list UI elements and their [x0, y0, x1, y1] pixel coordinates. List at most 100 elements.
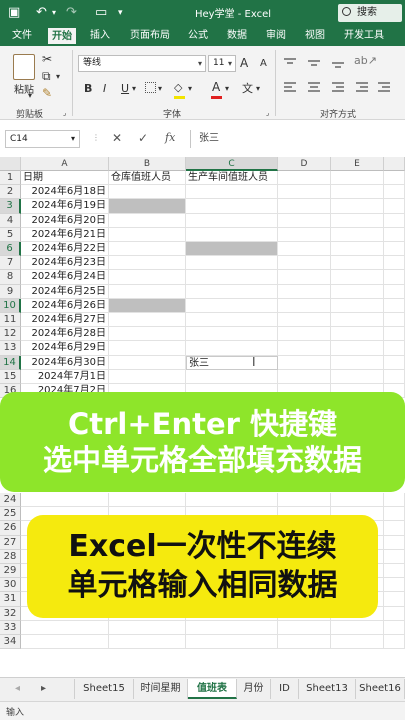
cell[interactable] [186, 493, 278, 508]
cell[interactable] [109, 256, 186, 271]
row-header-13[interactable]: 13 [0, 341, 21, 356]
fill-color-icon[interactable]: ◇ [174, 81, 182, 94]
font-size-box[interactable]: 11 ▾ [208, 55, 236, 72]
paste-icon[interactable] [13, 54, 35, 80]
sheet-tab-month[interactable]: 月份 [237, 679, 271, 699]
cell[interactable] [384, 535, 405, 550]
cell[interactable] [186, 620, 278, 635]
cell[interactable] [109, 327, 186, 342]
cell[interactable] [331, 256, 384, 271]
copy-icon[interactable]: ⧉ [42, 69, 51, 84]
search-box[interactable]: 搜索 [338, 4, 402, 22]
redo-icon[interactable]: ↷ [66, 4, 77, 22]
cell[interactable] [278, 635, 331, 650]
row-header-7[interactable]: 7 [0, 256, 21, 271]
row-header-26[interactable]: 26 [0, 521, 21, 536]
cell[interactable] [331, 284, 384, 299]
cell[interactable] [278, 227, 331, 242]
prev-sheet-icon[interactable]: ◂ [15, 683, 20, 694]
cell[interactable] [186, 199, 278, 214]
cell-a1[interactable]: 日期 [21, 171, 109, 186]
cell[interactable] [384, 564, 405, 579]
row-header-34[interactable]: 34 [0, 635, 21, 650]
copy-dropdown-icon[interactable]: ▾ [56, 72, 60, 81]
increase-font-icon[interactable]: A [240, 56, 248, 70]
cell[interactable] [109, 620, 186, 635]
cell[interactable] [21, 620, 109, 635]
cell[interactable] [109, 493, 186, 508]
tab-review[interactable]: 审阅 [266, 29, 286, 43]
date-cell[interactable]: 2024年6月19日 [21, 199, 109, 214]
sheet-tab-duty[interactable]: 值班表 [188, 679, 237, 699]
cell[interactable] [384, 341, 405, 356]
borders-dropdown-icon[interactable]: ▾ [158, 84, 162, 93]
cell[interactable] [331, 171, 384, 186]
cell[interactable] [384, 493, 405, 508]
row-header-12[interactable]: 12 [0, 327, 21, 342]
decrease-font-icon[interactable]: A [260, 58, 267, 69]
cell[interactable] [384, 635, 405, 650]
cell[interactable] [109, 242, 186, 257]
cell[interactable] [384, 185, 405, 200]
undo-icon[interactable]: ↶ [36, 4, 47, 22]
tab-home[interactable]: 开始 [48, 28, 76, 46]
cell[interactable] [384, 213, 405, 228]
new-file-icon[interactable]: ▭ [95, 4, 107, 22]
cell[interactable] [384, 298, 405, 313]
paste-dropdown-icon[interactable]: ▾ [28, 91, 32, 100]
cell[interactable] [331, 185, 384, 200]
cell[interactable] [278, 493, 331, 508]
borders-icon[interactable] [145, 82, 156, 93]
row-header-5[interactable]: 5 [0, 227, 21, 242]
cell[interactable] [109, 369, 186, 384]
cell[interactable] [186, 256, 278, 271]
cell[interactable] [109, 298, 186, 313]
cell[interactable] [278, 213, 331, 228]
phonetic-dropdown-icon[interactable]: ▾ [256, 84, 260, 93]
row-header-9[interactable]: 9 [0, 284, 21, 299]
cell[interactable] [384, 327, 405, 342]
cancel-edit-button[interactable]: ✕ [112, 131, 122, 145]
row-header-2[interactable]: 2 [0, 185, 21, 200]
row-header-30[interactable]: 30 [0, 578, 21, 593]
active-cell-c14[interactable]: 张三 [186, 355, 278, 370]
cell[interactable] [278, 284, 331, 299]
cell[interactable] [278, 270, 331, 285]
font-launcher-icon[interactable]: ⌟ [266, 109, 269, 117]
cell[interactable] [331, 298, 384, 313]
cell-b1[interactable]: 仓库值班人员 [109, 171, 186, 186]
select-all-corner[interactable] [0, 157, 21, 171]
cell[interactable] [331, 327, 384, 342]
date-cell[interactable]: 2024年6月21日 [21, 227, 109, 242]
row-header-24[interactable]: 24 [0, 493, 21, 508]
cell[interactable] [186, 227, 278, 242]
font-size-dropdown-icon[interactable]: ▾ [228, 56, 232, 71]
underline-dropdown-icon[interactable]: ▾ [132, 84, 136, 93]
cell[interactable] [331, 242, 384, 257]
cell[interactable] [278, 298, 331, 313]
column-header-f[interactable] [384, 157, 405, 171]
column-header-e[interactable]: E [331, 157, 384, 171]
name-box[interactable]: C14 ▾ [5, 130, 80, 148]
next-sheet-icon[interactable]: ▸ [41, 683, 46, 694]
cell[interactable] [331, 620, 384, 635]
row-header-33[interactable]: 33 [0, 620, 21, 635]
cell[interactable] [384, 355, 405, 370]
date-cell[interactable]: 2024年6月18日 [21, 185, 109, 200]
sheet-tab-sheet13[interactable]: Sheet13 [299, 679, 356, 699]
cell[interactable] [278, 620, 331, 635]
customize-toolbar-icon[interactable]: ▾ [118, 4, 123, 22]
confirm-edit-button[interactable]: ✓ [138, 131, 148, 145]
sheet-tab-weekday[interactable]: 时间星期 [134, 679, 188, 699]
cell[interactable] [384, 199, 405, 214]
row-header-28[interactable]: 28 [0, 549, 21, 564]
cut-icon[interactable]: ✂ [42, 52, 52, 66]
cell[interactable] [278, 256, 331, 271]
cell[interactable] [186, 341, 278, 356]
cell[interactable] [186, 313, 278, 328]
cell[interactable] [331, 341, 384, 356]
date-cell[interactable]: 2024年6月28日 [21, 327, 109, 342]
row-header-6[interactable]: 6 [0, 242, 21, 257]
fill-color-dropdown-icon[interactable]: ▾ [188, 84, 192, 93]
row-header-3[interactable]: 3 [0, 199, 21, 214]
